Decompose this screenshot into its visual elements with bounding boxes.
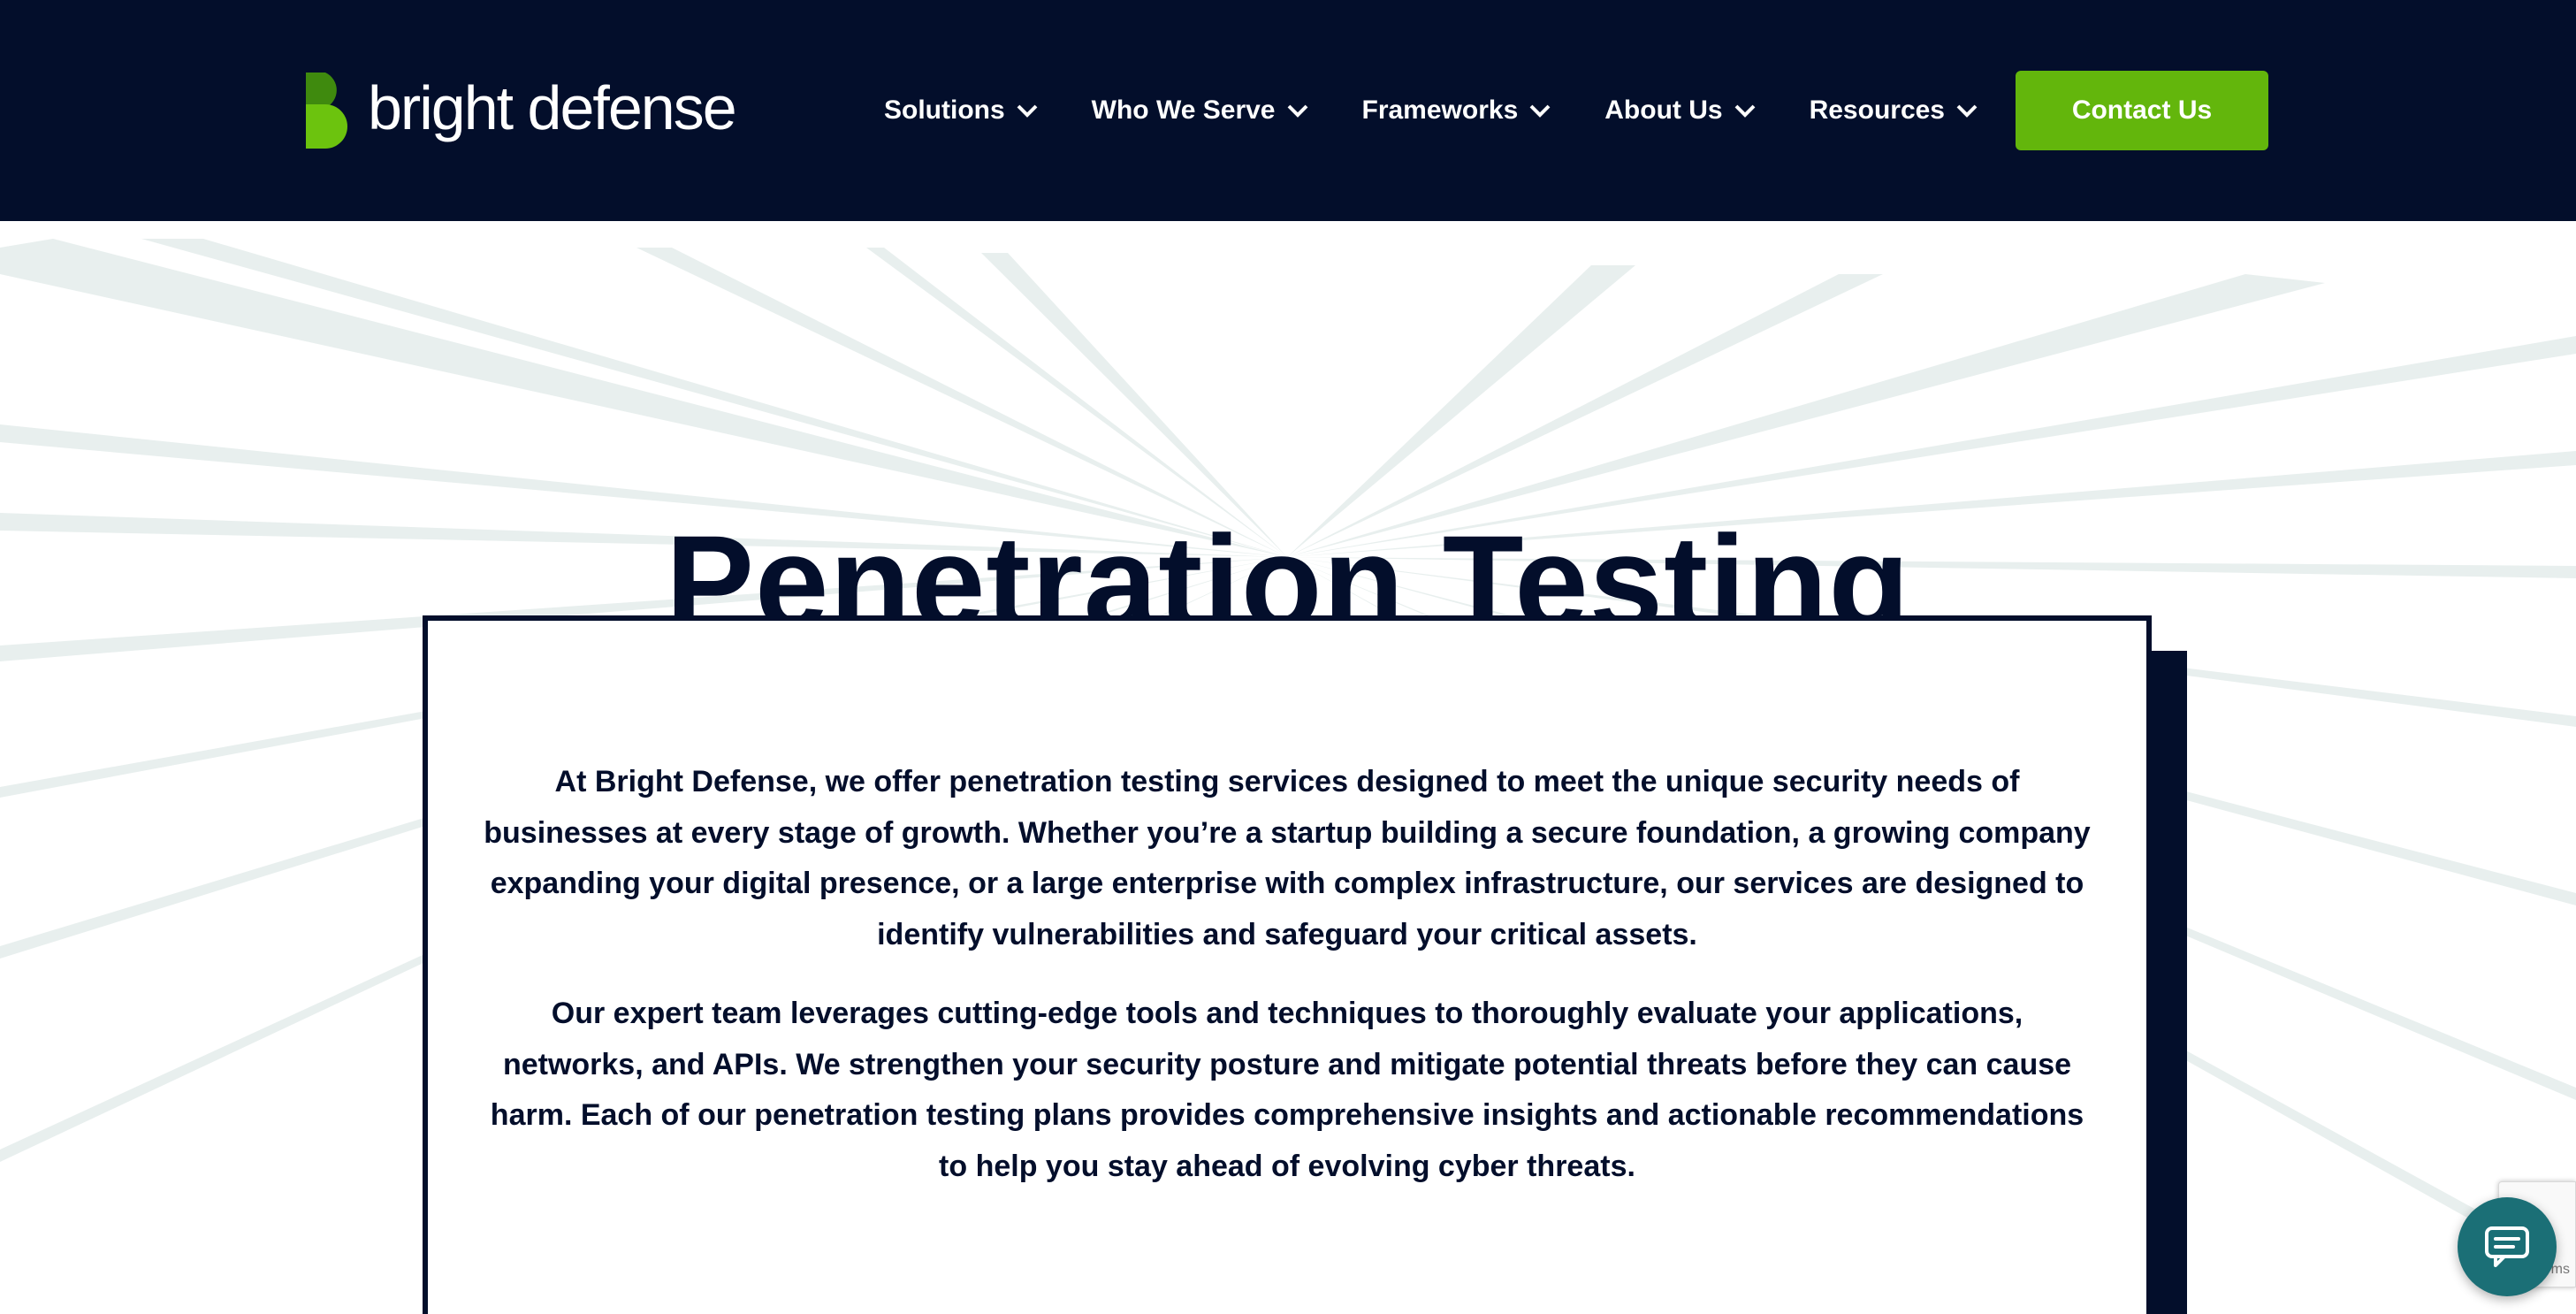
chevron-down-icon	[1017, 104, 1038, 118]
nav-about-us-label: About Us	[1604, 95, 1723, 125]
intro-text: At Bright Defense, we offer penetration …	[483, 757, 2092, 1220]
chat-button[interactable]	[2458, 1197, 2557, 1296]
chevron-down-icon	[1529, 104, 1551, 118]
nav-resources[interactable]: Resources	[1810, 95, 1978, 126]
nav-about-us[interactable]: About Us	[1604, 95, 1756, 126]
logo-text: bright defense	[368, 73, 737, 142]
nav-frameworks-label: Frameworks	[1361, 95, 1519, 125]
intro-paragraph: At Bright Defense, we offer penetration …	[484, 765, 2091, 951]
nav-solutions-label: Solutions	[884, 95, 1005, 125]
bright-defense-logo-icon	[306, 73, 347, 149]
hero-section: Penetration Testing At Bright Defense, w…	[0, 221, 2576, 1314]
nav-resources-label: Resources	[1809, 95, 1945, 125]
contact-us-button[interactable]: Contact Us	[2016, 71, 2268, 150]
chat-bubble-icon	[2485, 1226, 2529, 1267]
nav-frameworks[interactable]: Frameworks	[1362, 95, 1552, 126]
chevron-down-icon	[1287, 104, 1307, 118]
main-nav: Solutions Who We Serve Frameworks About …	[884, 71, 2031, 150]
chevron-down-icon	[1956, 104, 1978, 118]
nav-who-we-serve-label: Who We Serve	[1091, 95, 1276, 125]
nav-solutions[interactable]: Solutions	[884, 95, 1039, 126]
site-header: bright defense Solutions Who We Serve Fr…	[0, 0, 2576, 221]
intro-paragraph: Our expert team leverages cutting-edge t…	[490, 997, 2084, 1183]
logo[interactable]: bright defense	[302, 73, 737, 149]
recaptcha-text: ms	[2550, 1262, 2570, 1277]
chevron-down-icon	[1734, 104, 1755, 118]
intro-card: At Bright Defense, we offer penetration …	[423, 615, 2152, 1314]
nav-who-we-serve[interactable]: Who We Serve	[1092, 95, 1309, 126]
